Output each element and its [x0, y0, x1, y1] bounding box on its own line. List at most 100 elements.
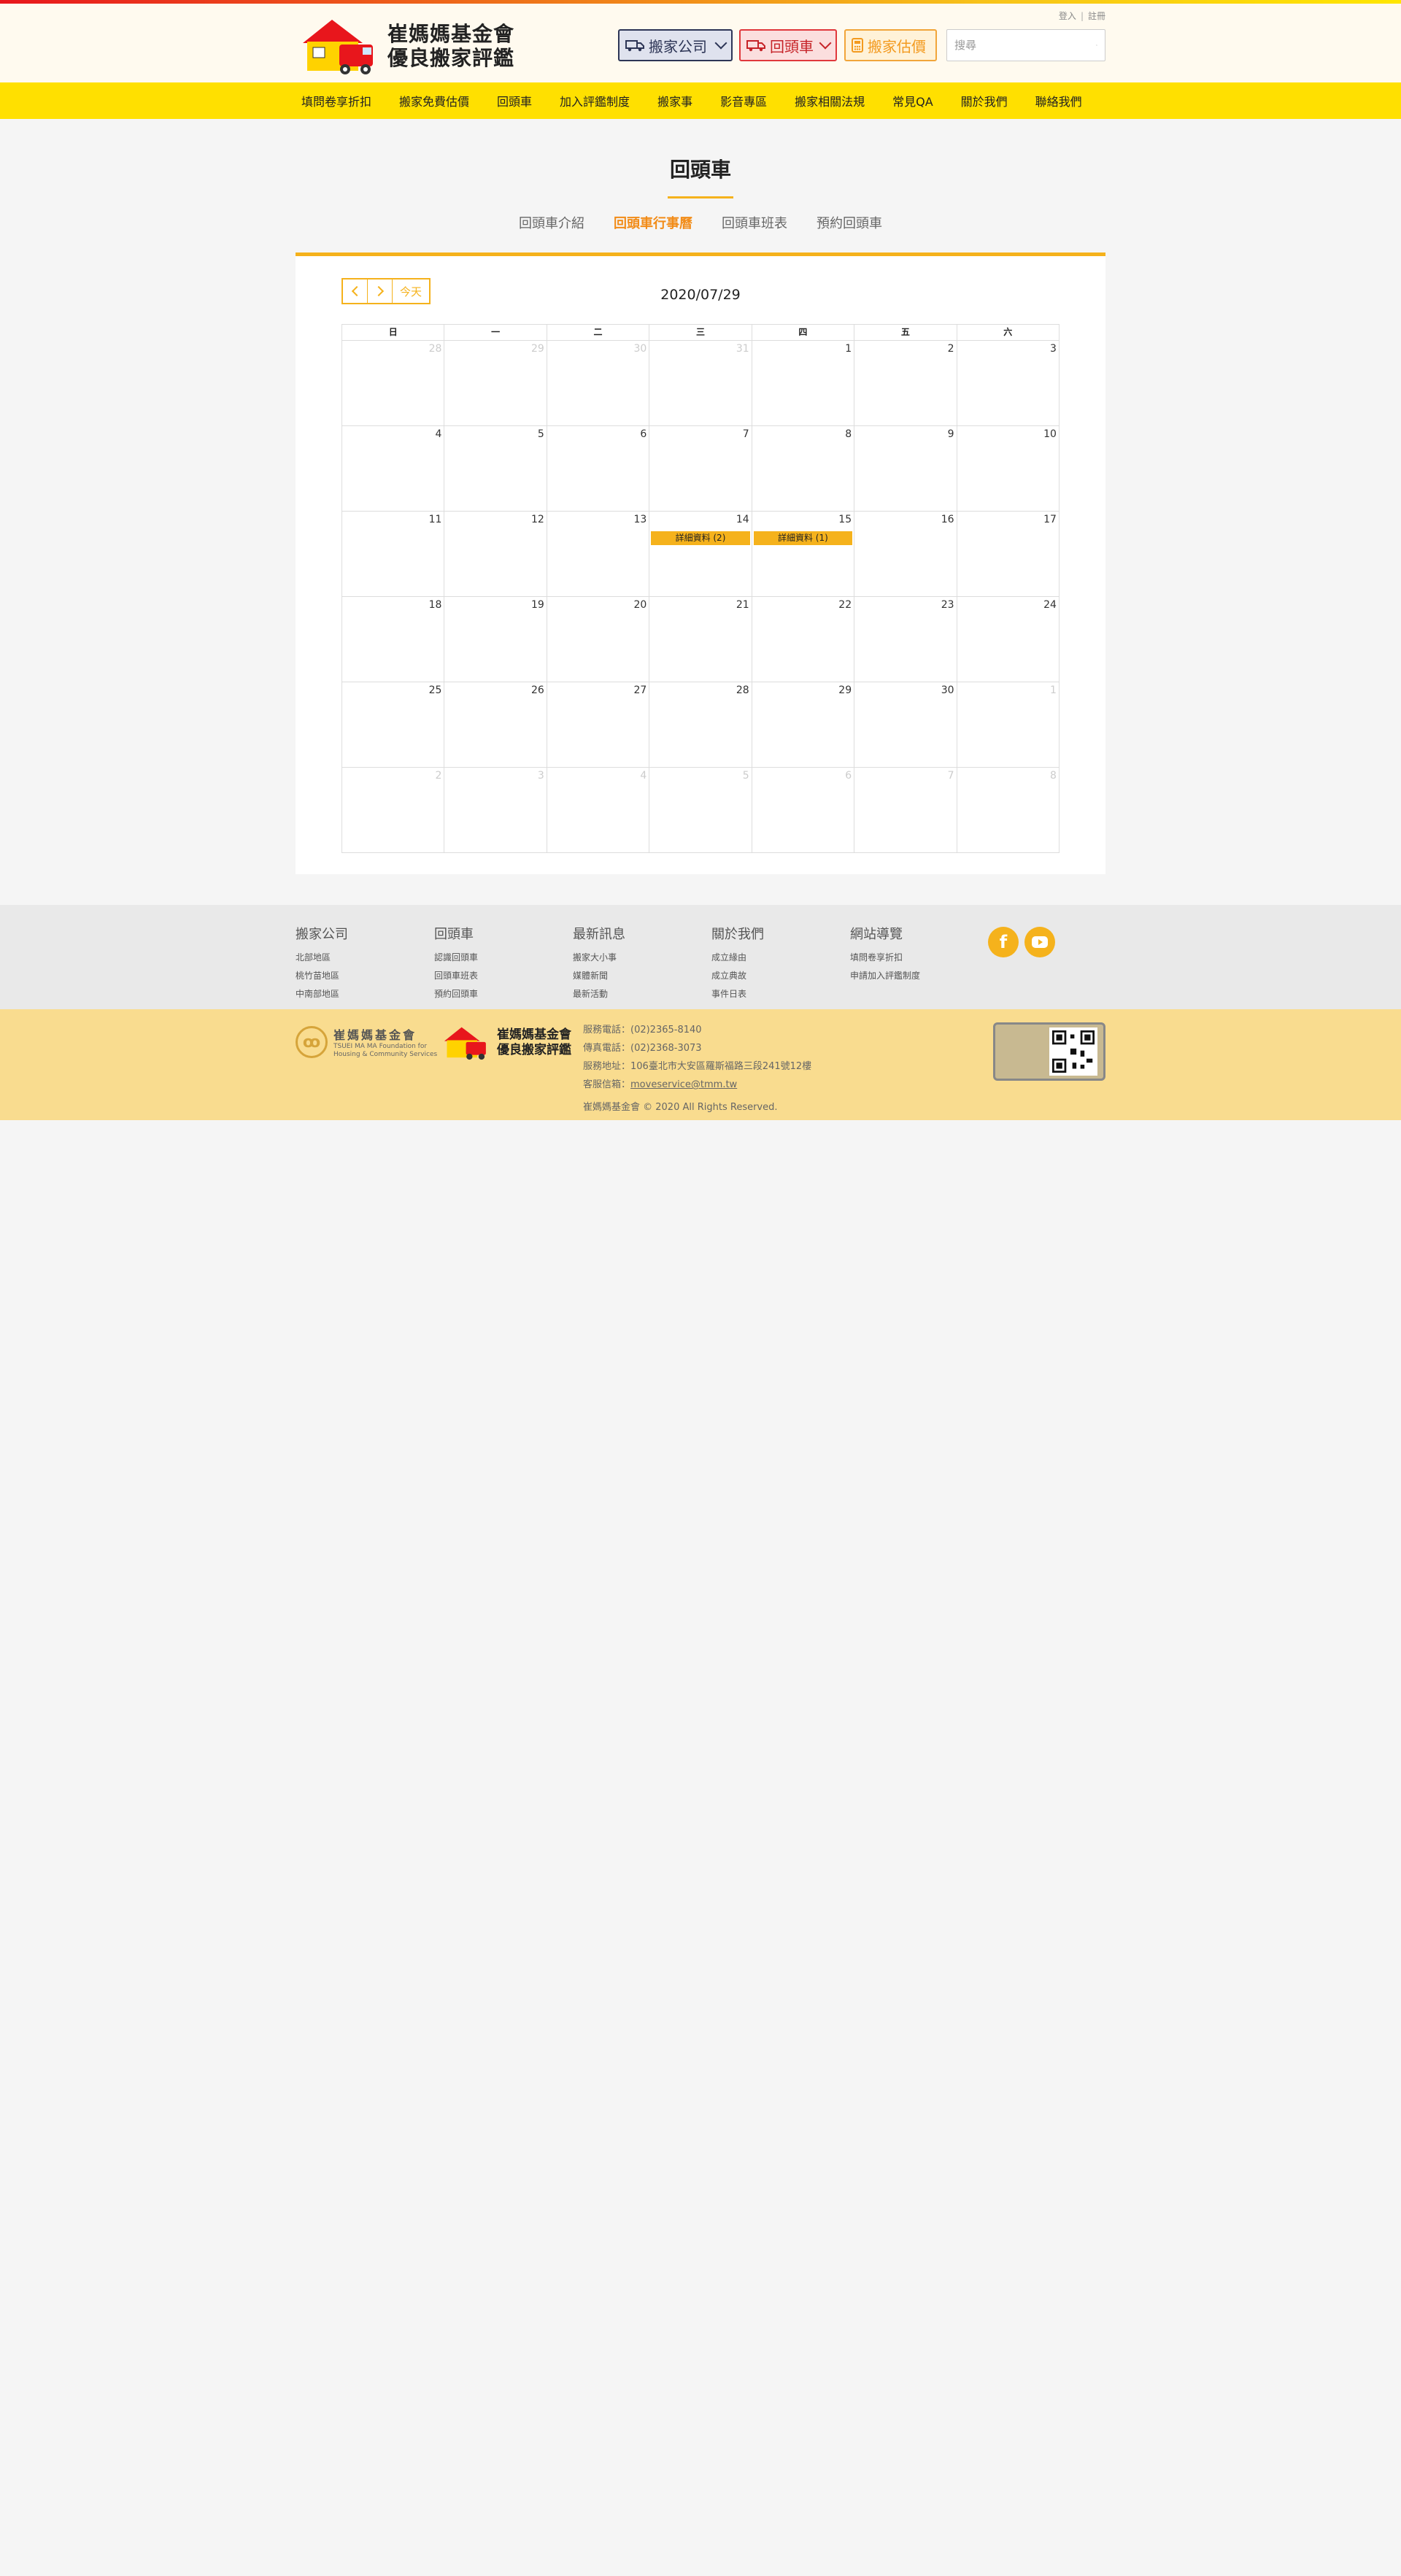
site-logo[interactable]: 崔媽媽基金會 優良搬家評鑑 — [296, 15, 523, 77]
youtube-icon[interactable] — [1024, 927, 1055, 957]
calendar-day-cell[interactable]: 29 — [752, 682, 855, 768]
nav-item-faq[interactable]: 常見QA — [879, 92, 947, 109]
nav-item-moving-news[interactable]: 搬家事 — [644, 92, 706, 109]
search-input[interactable] — [954, 39, 1096, 52]
tab-return-truck-intro[interactable]: 回頭車介紹 — [519, 213, 584, 232]
calendar-day-cell[interactable]: 13 — [547, 512, 650, 597]
nav-item-about[interactable]: 關於我們 — [947, 92, 1022, 109]
tab-return-truck-schedule[interactable]: 回頭車班表 — [722, 213, 787, 232]
login-link[interactable]: 登入 — [1059, 11, 1076, 21]
nav-item-regulations[interactable]: 搬家相關法規 — [781, 92, 879, 109]
nav-item-video[interactable]: 影音專區 — [706, 92, 781, 109]
calendar-day-cell[interactable]: 15 詳細資料 (1) — [752, 512, 855, 597]
calendar-day-cell[interactable]: 1 — [752, 341, 855, 426]
calendar-day-cell[interactable]: 30 — [547, 341, 650, 426]
calendar-day-cell[interactable]: 25 — [342, 682, 445, 768]
footer-link[interactable]: 預約回頭車 — [434, 985, 478, 1003]
tab-return-truck-calendar[interactable]: 回頭車行事曆 — [614, 213, 692, 232]
foundation-logo: ꝏ 崔媽媽基金會 TSUEI MA MA Foundation for Hous… — [296, 1025, 437, 1059]
calendar-day-cell[interactable]: 4 — [342, 426, 445, 512]
calendar-day-cell[interactable]: 14 詳細資料 (2) — [649, 512, 752, 597]
footer-col-title: 搬家公司 — [296, 927, 348, 942]
calendar-day-number: 4 — [435, 428, 442, 440]
facebook-icon[interactable]: f — [988, 927, 1019, 957]
footer-link[interactable]: 申請加入評鑑制度 — [850, 967, 920, 985]
calendar-event[interactable]: 詳細資料 (1) — [753, 531, 853, 545]
calendar-day-cell[interactable]: 2 — [854, 341, 957, 426]
nav-item-join-evaluation[interactable]: 加入評鑑制度 — [546, 92, 644, 109]
calendar-day-number: 5 — [742, 770, 749, 782]
calendar-day-cell[interactable]: 18 — [342, 597, 445, 682]
calendar-week-row: 11 12 13 14 詳細資料 (2) 15 詳細資料 (1) 16 17 — [342, 512, 1060, 597]
calendar-day-cell[interactable]: 28 — [342, 341, 445, 426]
calendar-day-cell[interactable]: 21 — [649, 597, 752, 682]
nav-item-contact[interactable]: 聯絡我們 — [1022, 92, 1096, 109]
calendar-day-cell[interactable]: 1 — [957, 682, 1060, 768]
calendar-day-cell[interactable]: 3 — [957, 341, 1060, 426]
return-truck-dropdown-button[interactable]: 回頭車 — [739, 29, 837, 61]
calendar-day-cell[interactable]: 5 — [649, 768, 752, 853]
calendar-day-number: 19 — [531, 599, 544, 611]
chevron-down-icon — [714, 36, 727, 50]
calendar-day-cell[interactable]: 8 — [957, 768, 1060, 853]
calendar-day-cell[interactable]: 27 — [547, 682, 650, 768]
calendar-day-cell[interactable]: 28 — [649, 682, 752, 768]
calendar-day-number: 15 — [838, 514, 852, 525]
nav-item-survey-discount[interactable]: 填問卷享折扣 — [296, 92, 385, 109]
footer-link[interactable]: 最新活動 — [573, 985, 625, 1003]
calendar-day-cell[interactable]: 9 — [854, 426, 957, 512]
moving-company-dropdown-button[interactable]: 搬家公司 — [618, 29, 733, 61]
calendar-day-cell[interactable]: 22 — [752, 597, 855, 682]
calendar-day-cell[interactable]: 7 — [649, 426, 752, 512]
calendar-day-cell[interactable]: 31 — [649, 341, 752, 426]
calendar-day-cell[interactable]: 11 — [342, 512, 445, 597]
calendar-day-cell[interactable]: 17 — [957, 512, 1060, 597]
calendar-week-row: 4 5 6 7 8 9 10 — [342, 426, 1060, 512]
search-icon[interactable] — [1096, 38, 1097, 53]
calendar-day-number: 5 — [537, 428, 544, 440]
calendar-event[interactable]: 詳細資料 (2) — [651, 531, 750, 545]
calendar-day-cell[interactable]: 16 — [854, 512, 957, 597]
footer-link[interactable]: 認識回頭車 — [434, 949, 478, 967]
calendar-day-cell[interactable]: 29 — [444, 341, 547, 426]
nav-item-free-estimate[interactable]: 搬家免費估價 — [385, 92, 483, 109]
calendar-day-cell[interactable]: 8 — [752, 426, 855, 512]
footer-link[interactable]: 媒體新聞 — [573, 967, 625, 985]
tab-book-return-truck[interactable]: 預約回頭車 — [817, 213, 882, 232]
calendar-day-cell[interactable]: 19 — [444, 597, 547, 682]
calendar-day-cell[interactable]: 30 — [854, 682, 957, 768]
calendar-day-number: 31 — [736, 343, 749, 355]
footer-link[interactable]: 搬家大小事 — [573, 949, 625, 967]
calendar-day-number: 8 — [1050, 770, 1057, 782]
calendar-day-cell[interactable]: 5 — [444, 426, 547, 512]
calendar-day-cell[interactable]: 3 — [444, 768, 547, 853]
calendar-day-cell[interactable]: 2 — [342, 768, 445, 853]
calendar-day-cell[interactable]: 4 — [547, 768, 650, 853]
calendar-day-cell[interactable]: 20 — [547, 597, 650, 682]
email-link[interactable]: moveservice@tmm.tw — [630, 1079, 737, 1090]
evaluation-logo: 崔媽媽基金會 優良搬家評鑑 — [440, 1024, 571, 1062]
footer-link[interactable]: 填問卷享折扣 — [850, 949, 920, 967]
footer-link[interactable]: 桃竹苗地區 — [296, 967, 348, 985]
nav-item-return-truck[interactable]: 回頭車 — [483, 92, 546, 109]
moving-estimate-button[interactable]: 搬家估價 — [844, 29, 937, 61]
calendar-weekday-header: 日 一 二 三 四 五 六 — [342, 325, 1060, 341]
footer-link[interactable]: 回頭車班表 — [434, 967, 478, 985]
calendar-day-cell[interactable]: 6 — [752, 768, 855, 853]
footer-link[interactable]: 事件日表 — [711, 985, 764, 1003]
footer-link[interactable]: 成立典故 — [711, 967, 764, 985]
register-link[interactable]: 註冊 — [1088, 11, 1105, 21]
calendar-day-cell[interactable]: 7 — [854, 768, 957, 853]
footer-link[interactable]: 中南部地區 — [296, 985, 348, 1003]
calendar-day-cell[interactable]: 10 — [957, 426, 1060, 512]
footer-link[interactable]: 成立緣由 — [711, 949, 764, 967]
calendar-day-cell[interactable]: 6 — [547, 426, 650, 512]
calendar-day-cell[interactable]: 24 — [957, 597, 1060, 682]
footer-link[interactable]: 北部地區 — [296, 949, 348, 967]
auth-links: 登入 | 註冊 — [1059, 9, 1105, 22]
calendar-day-number: 9 — [947, 428, 954, 440]
truck-icon — [625, 40, 644, 52]
calendar-day-cell[interactable]: 12 — [444, 512, 547, 597]
calendar-day-cell[interactable]: 23 — [854, 597, 957, 682]
calendar-day-cell[interactable]: 26 — [444, 682, 547, 768]
